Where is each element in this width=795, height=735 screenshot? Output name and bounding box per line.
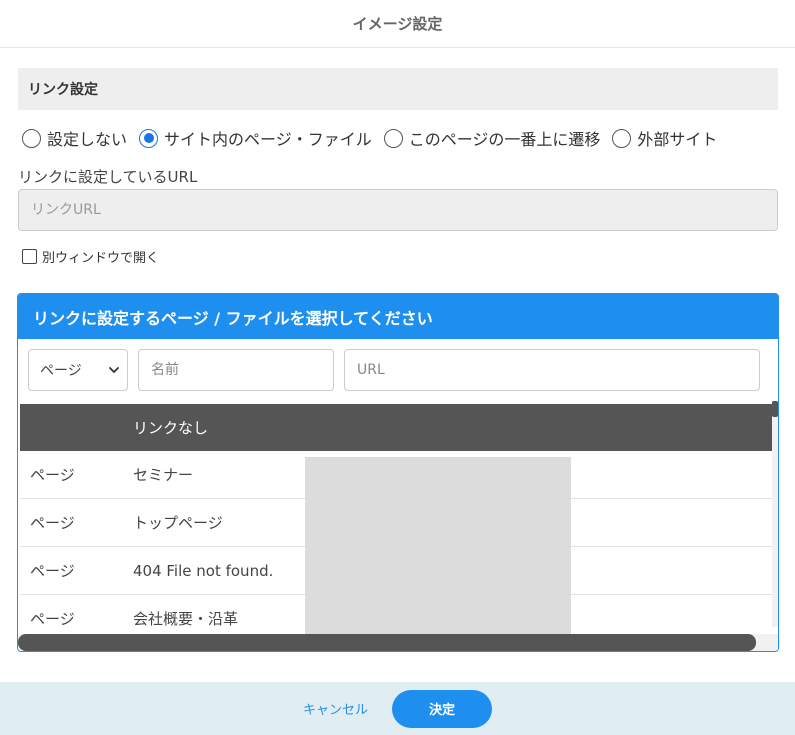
url-filter-input[interactable]: [344, 349, 760, 391]
page-file-picker: リンクに設定するページ / ファイルを選択してください ページ リンクなし ペー…: [17, 293, 779, 652]
list-item-name: セミナー: [133, 466, 194, 484]
radio-external-site-circle[interactable]: [612, 128, 632, 148]
picker-title: リンクに設定するページ / ファイルを選択してください: [33, 308, 433, 328]
list-item-name: リンクなし: [133, 419, 209, 437]
type-select[interactable]: ページ: [28, 349, 128, 391]
radio-page-top[interactable]: このページの一番上に遷移: [383, 126, 601, 150]
list-item-name: 会社概要・沿革: [133, 610, 239, 628]
list-item-type: ページ: [30, 562, 75, 580]
name-filter-input[interactable]: [138, 349, 334, 391]
radio-external-site[interactable]: 外部サイト: [612, 126, 717, 150]
new-window-option[interactable]: 別ウィンドウで開く: [22, 247, 159, 266]
radio-no-link-label[interactable]: 設定しない: [47, 126, 127, 150]
list-item-type: ページ: [30, 514, 75, 532]
redacted-area: [305, 457, 571, 634]
link-url-input[interactable]: [18, 189, 778, 231]
link-type-radio-group: 設定しない サイト内のページ・ファイル このページの一番上に遷移 外部サイト: [22, 125, 729, 151]
radio-no-link[interactable]: 設定しない: [22, 126, 127, 150]
ok-button[interactable]: 決定: [392, 689, 492, 728]
list-item-type: ページ: [30, 466, 75, 484]
new-window-label[interactable]: 別ウィンドウで開く: [42, 247, 159, 266]
radio-page-top-circle[interactable]: [383, 128, 403, 148]
chevron-down-icon: [109, 367, 119, 373]
vertical-scrollbar-track[interactable]: [772, 401, 778, 627]
radio-internal-page[interactable]: サイト内のページ・ファイル: [139, 126, 372, 150]
horizontal-scrollbar-thumb[interactable]: [18, 634, 756, 651]
picker-header: リンクに設定するページ / ファイルを選択してください: [18, 294, 778, 339]
vertical-scrollbar-thumb[interactable]: [772, 401, 778, 417]
link-settings-section-header: リンク設定: [18, 68, 778, 110]
dialog-header: イメージ設定: [0, 0, 795, 48]
list-item-name: トップページ: [133, 514, 223, 532]
dialog-title: イメージ設定: [352, 15, 443, 33]
list-item-type: ページ: [30, 610, 75, 628]
new-window-checkbox[interactable]: [22, 249, 37, 264]
dialog-footer: キャンセル 決定: [0, 682, 795, 735]
cancel-button[interactable]: キャンセル: [303, 699, 368, 718]
radio-external-site-label[interactable]: 外部サイト: [637, 126, 717, 150]
radio-page-top-label[interactable]: このページの一番上に遷移: [409, 126, 601, 150]
link-url-label: リンクに設定しているURL: [18, 168, 198, 186]
radio-internal-page-label[interactable]: サイト内のページ・ファイル: [164, 126, 372, 150]
list-item-selected[interactable]: リンクなし: [20, 404, 772, 451]
list-item-name: 404 File not found.: [133, 561, 274, 580]
radio-no-link-circle[interactable]: [22, 128, 41, 148]
page-list: リンクなし ページ セミナー ページ トップページ ページ 404 File n…: [20, 404, 772, 634]
link-settings-title: リンク設定: [28, 82, 98, 98]
radio-internal-page-circle[interactable]: [139, 128, 159, 148]
type-select-value: ページ: [40, 363, 82, 379]
